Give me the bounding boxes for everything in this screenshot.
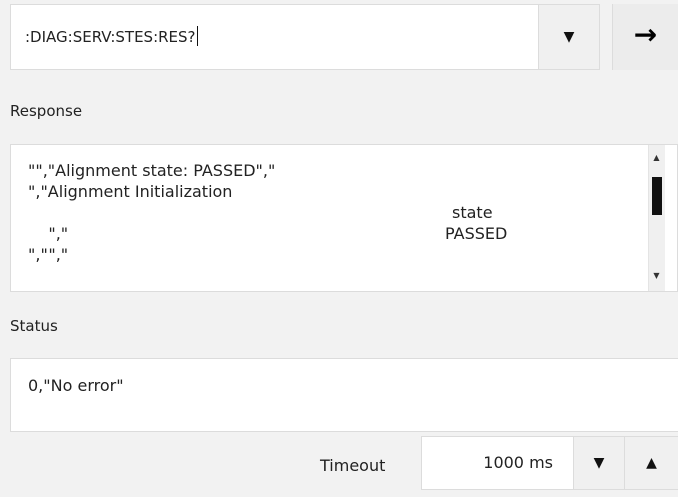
timeout-increment-button[interactable]: ▲ <box>625 436 678 490</box>
timeout-label: Timeout <box>320 456 386 475</box>
text-cursor <box>196 26 198 46</box>
command-input-value: :DIAG:SERV:STES:RES? <box>25 28 196 46</box>
response-line: "," <box>28 245 48 264</box>
response-line: ","Alignment Initialization <box>28 182 233 201</box>
response-text: "","Alignment state: PASSED"," ","Alignm… <box>28 160 638 286</box>
command-input[interactable]: :DIAG:SERV:STES:RES? <box>10 4 538 70</box>
status-output <box>10 358 678 432</box>
response-line-value: state <box>452 203 493 222</box>
chevron-up-icon: ▲ <box>646 455 657 471</box>
status-label: Status <box>10 317 58 335</box>
status-text: 0,"No error" <box>28 376 124 395</box>
response-label: Response <box>10 102 83 120</box>
response-line-value: PASSED <box>445 224 508 243</box>
scrollbar-thumb[interactable] <box>652 177 662 215</box>
timeout-decrement-button[interactable]: ▼ <box>573 436 625 490</box>
scroll-up-icon[interactable]: ▲ <box>648 151 665 165</box>
send-command-button[interactable]: → <box>612 4 678 70</box>
response-line: "," state <box>28 202 638 243</box>
command-history-dropdown-button[interactable]: ▼ <box>538 4 600 70</box>
chevron-down-icon: ▼ <box>563 29 575 45</box>
scroll-down-icon[interactable]: ▼ <box>648 269 665 283</box>
response-line: "," PASSED <box>28 223 638 264</box>
response-line: "","Alignment state: PASSED"," <box>28 161 276 180</box>
arrow-right-icon: → <box>633 18 658 51</box>
timeout-input[interactable]: 1000 ms <box>421 436 573 490</box>
chevron-down-icon: ▼ <box>593 455 605 471</box>
